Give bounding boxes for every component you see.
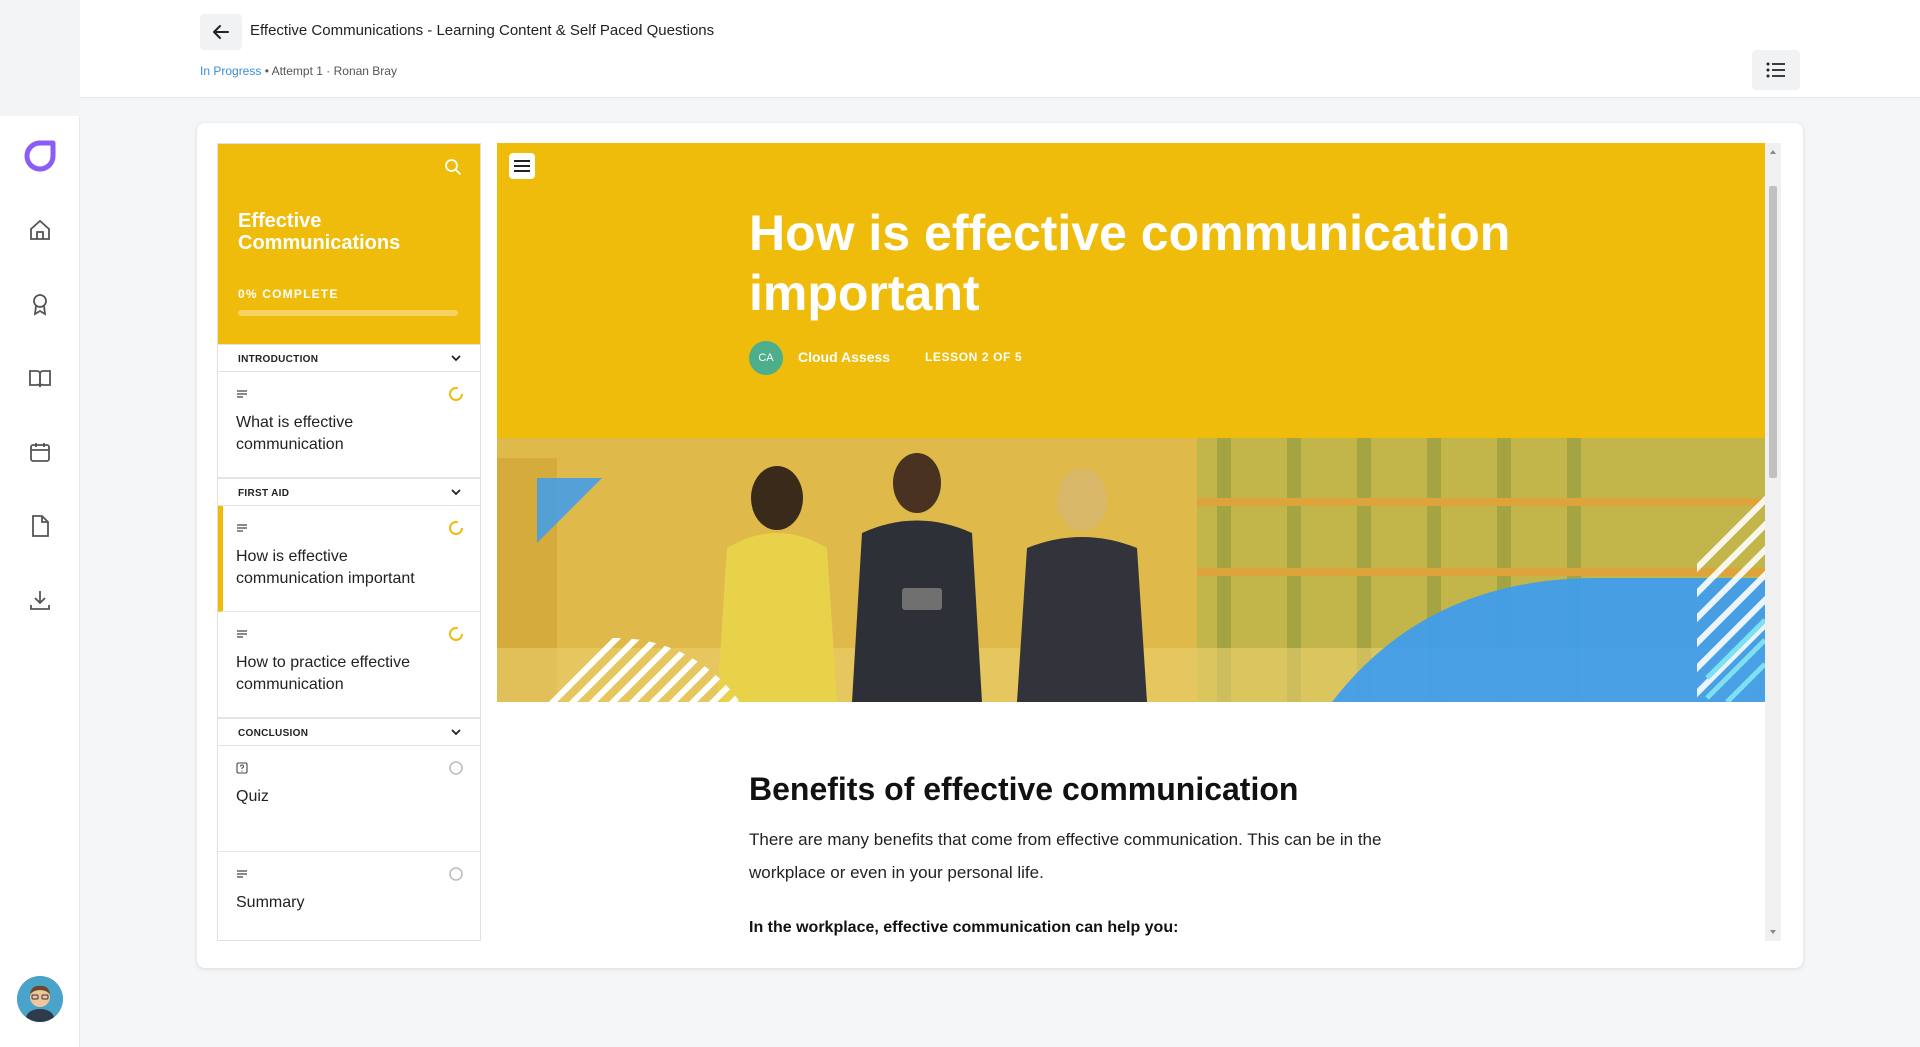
author-avatar: CA <box>749 341 783 375</box>
lesson-banner-image <box>497 438 1765 702</box>
lesson-title: How is effective communication important <box>236 548 415 587</box>
quiz-icon <box>236 762 248 774</box>
page-title: Effective Communications - Learning Cont… <box>250 22 715 39</box>
lesson-title: What is effective communication <box>236 414 354 453</box>
section-first-aid[interactable]: FIRST AID <box>218 478 480 506</box>
book-icon[interactable] <box>26 364 54 392</box>
text-icon <box>237 630 247 638</box>
award-icon[interactable] <box>26 290 54 318</box>
lesson-title: Summary <box>236 894 305 911</box>
top-header: Effective Communications - Learning Cont… <box>80 0 1920 98</box>
section-heading: Benefits of effective communication <box>749 771 1299 807</box>
body-paragraph: There are many benefits that come from e… <box>749 830 1382 882</box>
in-progress-icon <box>449 627 463 641</box>
lesson-item-active[interactable]: How is effective communication important <box>218 506 480 612</box>
lesson-title: How to practice effective communication <box>236 654 411 693</box>
list-icon <box>1766 62 1785 78</box>
not-started-icon <box>449 867 463 881</box>
lesson-counter: LESSON 2 OF 5 <box>925 350 1023 364</box>
app-rail <box>0 0 80 1047</box>
menu-icon <box>514 160 530 172</box>
body-subheading: In the workplace, effective communicatio… <box>749 919 1179 936</box>
download-icon[interactable] <box>26 586 54 614</box>
section-conclusion[interactable]: CONCLUSION <box>218 718 480 746</box>
section-introduction[interactable]: INTRODUCTION <box>218 344 480 372</box>
section-label: CONCLUSION <box>238 728 309 739</box>
lesson-heading: How is effective communication important <box>749 205 1511 321</box>
lesson-hero: How is effective communication important… <box>497 143 1765 438</box>
hamburger-menu-button[interactable] <box>509 153 535 179</box>
lesson-item[interactable]: Summary <box>218 852 480 940</box>
author-name[interactable]: Cloud Assess <box>798 349 890 365</box>
attempt-status: In Progress • Attempt 1 · Ronan Bray <box>200 64 397 78</box>
content-scrollbar[interactable] <box>1765 143 1781 941</box>
in-progress-icon <box>449 387 463 401</box>
text-icon <box>237 390 247 398</box>
chevron-down-icon <box>451 729 461 736</box>
rail-top <box>0 0 80 116</box>
document-icon[interactable] <box>26 512 54 540</box>
lesson-card: Effective Communications 0% COMPLETE INT… <box>197 123 1803 968</box>
text-icon <box>237 524 247 532</box>
lesson-title: Quiz <box>236 788 269 805</box>
progress-label: 0% COMPLETE <box>238 287 339 301</box>
attempt-info: • Attempt 1 · Ronan Bray <box>264 64 397 78</box>
not-started-icon <box>449 761 463 775</box>
outline-menu-button[interactable] <box>1752 50 1800 90</box>
chevron-down-icon <box>451 489 461 496</box>
in-progress-icon <box>449 521 463 535</box>
course-header: Effective Communications 0% COMPLETE <box>218 144 480 344</box>
lesson-content: How is effective communication important… <box>497 143 1781 941</box>
lesson-item[interactable]: What is effective communication <box>218 372 480 478</box>
section-label: INTRODUCTION <box>238 354 319 365</box>
brand-logo-icon[interactable] <box>22 138 58 174</box>
user-avatar[interactable] <box>17 976 63 1022</box>
course-outline: Effective Communications 0% COMPLETE INT… <box>217 143 481 941</box>
chevron-down-icon <box>451 355 461 362</box>
section-label: FIRST AID <box>238 488 290 499</box>
status-badge: In Progress <box>200 64 262 78</box>
lesson-item[interactable]: Quiz <box>218 746 480 852</box>
text-icon <box>237 870 247 878</box>
lesson-item[interactable]: How to practice effective communication <box>218 612 480 718</box>
search-icon[interactable] <box>444 158 464 178</box>
course-title: Effective Communications <box>238 210 401 254</box>
arrow-left-icon <box>213 25 229 39</box>
back-button[interactable] <box>200 14 242 50</box>
home-icon[interactable] <box>26 216 54 244</box>
calendar-icon[interactable] <box>26 438 54 466</box>
progress-bar <box>238 310 458 316</box>
